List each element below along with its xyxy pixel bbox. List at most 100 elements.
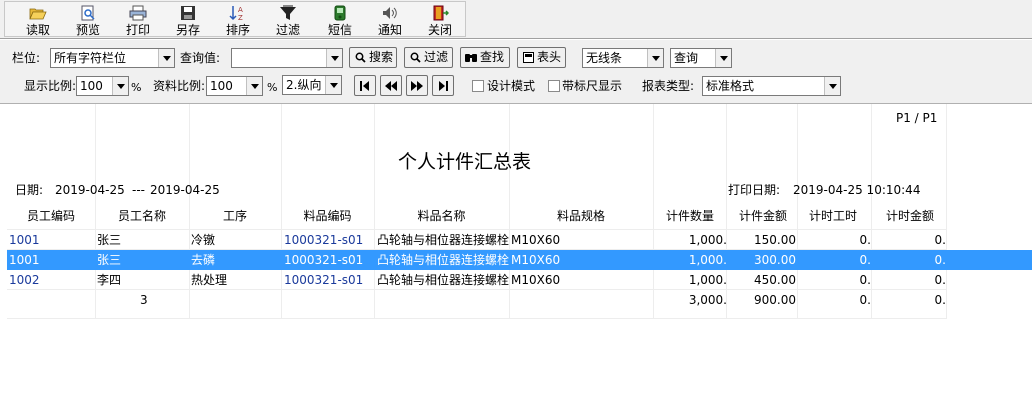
column-header-spec[interactable]: 料品规格 — [509, 209, 653, 223]
notify-label: 通知 — [377, 23, 402, 37]
date-separator: --- — [132, 183, 145, 197]
header-icon — [522, 52, 534, 64]
design-mode-checkbox[interactable] — [472, 80, 484, 92]
notify-button[interactable]: 通知 — [366, 2, 414, 38]
column-header-qty[interactable]: 计件数量 — [653, 209, 726, 223]
column-header-item-code[interactable]: 料品编码 — [281, 209, 374, 223]
sms-label: 短信 — [327, 23, 352, 37]
print-button[interactable]: 打印 — [114, 2, 162, 38]
cell-item-code: 1000321-s01 — [284, 233, 364, 247]
filter-button[interactable]: 过滤 — [264, 2, 312, 38]
column-header-process[interactable]: 工序 — [189, 209, 281, 223]
cell-emp-name: 张三 — [97, 233, 122, 247]
data-ratio-select[interactable]: 100 — [206, 76, 263, 96]
column-header-emp-code[interactable]: 员工编码 — [7, 209, 95, 223]
filter-label: 过滤 — [275, 23, 300, 37]
line-style-select[interactable]: 无线条 — [582, 48, 664, 68]
design-mode-label: 设计模式 — [487, 79, 536, 93]
prev-page-button[interactable] — [380, 75, 402, 96]
chevron-down-icon — [326, 49, 342, 67]
totals-row: 3 3,000. 900.00 0. 0. — [7, 290, 1032, 310]
chevron-down-icon — [112, 77, 128, 95]
chevron-down-icon — [158, 49, 174, 67]
speaker-icon — [381, 5, 399, 21]
table-row[interactable]: 1002 李四 热处理 1000321-s01 凸轮轴与相位器连接螺栓 M10X… — [7, 270, 1032, 290]
first-page-button[interactable] — [354, 75, 376, 96]
query-label: 查询值: — [180, 51, 221, 65]
exit-door-icon — [431, 5, 449, 21]
chevron-down-icon — [246, 77, 262, 95]
close-button[interactable]: 关闭 — [416, 2, 464, 38]
sort-icon: AZ — [229, 5, 247, 21]
column-header-hours[interactable]: 计时工时 — [797, 209, 871, 223]
data-ratio-percent: % — [267, 81, 278, 94]
chevron-down-icon — [647, 49, 663, 67]
cell-hours: 0. — [859, 273, 871, 287]
filter-icon — [279, 5, 297, 21]
table-row-selected[interactable]: 1001 张三 去磷 1000321-s01 凸轮轴与相位器连接螺栓 M10X6… — [7, 250, 1032, 270]
cell-hours: 0. — [859, 253, 871, 267]
data-ratio-value: 100 — [210, 79, 233, 93]
report-page: P1 / P1 个人计件汇总表 日期: 2019-04-25 --- 2019-… — [0, 103, 1032, 406]
close-label: 关闭 — [427, 23, 452, 37]
column-header-item-name[interactable]: 料品名称 — [374, 209, 509, 223]
cell-spec: M10X60 — [511, 273, 561, 287]
orientation-select[interactable]: 2.纵向 — [282, 75, 342, 95]
date-from: 2019-04-25 — [55, 183, 125, 197]
table-header-label: 表头 — [537, 50, 562, 64]
sort-button[interactable]: AZ 排序 — [214, 2, 262, 38]
query-input[interactable] — [231, 48, 343, 68]
page-indicator: P1 / P1 — [896, 111, 938, 125]
cell-process: 去磷 — [191, 253, 216, 267]
field-select[interactable]: 所有字符栏位 — [50, 48, 175, 68]
save-as-label: 另存 — [175, 23, 200, 37]
query-mode-select[interactable]: 查询 — [670, 48, 732, 68]
cell-process: 冷镦 — [191, 233, 216, 247]
save-as-button[interactable]: 另存 — [164, 2, 212, 38]
save-as-icon — [179, 5, 197, 21]
column-header-time-amount[interactable]: 计时金额 — [871, 209, 946, 223]
column-header-emp-name[interactable]: 员工名称 — [95, 209, 189, 223]
toolbar-separator — [0, 38, 1032, 40]
chevron-down-icon — [715, 49, 731, 67]
search-icon — [354, 52, 366, 64]
cell-time-amount: 0. — [934, 253, 946, 267]
print-label: 打印 — [125, 23, 150, 37]
date-label: 日期: — [15, 183, 44, 197]
search-button[interactable]: 搜索 — [349, 47, 397, 68]
query-mode-value: 查询 — [674, 51, 699, 65]
filter-query-button[interactable]: 过滤 — [404, 47, 453, 68]
cell-qty: 1,000. — [688, 233, 727, 247]
ruler-checkbox[interactable] — [548, 80, 560, 92]
printer-icon — [129, 5, 147, 21]
next-page-button[interactable] — [406, 75, 428, 96]
cell-emp-code: 1001 — [9, 253, 40, 267]
search-button-label: 搜索 — [369, 50, 394, 64]
column-header-amount[interactable]: 计件金额 — [726, 209, 797, 223]
find-button[interactable]: 查找 — [460, 47, 510, 68]
read-button[interactable]: 读取 — [14, 2, 62, 38]
report-type-select[interactable]: 标准格式 — [702, 76, 841, 96]
cell-item-name: 凸轮轴与相位器连接螺栓 — [377, 253, 510, 267]
cell-emp-name: 张三 — [97, 253, 122, 267]
folder-open-icon — [29, 5, 47, 21]
sms-button[interactable]: 短信 — [316, 2, 364, 38]
binoculars-icon — [465, 52, 477, 64]
data-ratio-label: 资料比例: — [153, 79, 206, 93]
report-type-label: 报表类型: — [642, 79, 695, 93]
preview-icon — [79, 5, 97, 21]
last-page-button[interactable] — [432, 75, 454, 96]
field-select-value: 所有字符栏位 — [54, 51, 127, 65]
line-style-value: 无线条 — [586, 51, 623, 65]
preview-button[interactable]: 预览 — [64, 2, 112, 38]
total-hours: 0. — [859, 293, 871, 307]
preview-label: 预览 — [75, 23, 100, 37]
display-ratio-select[interactable]: 100 — [76, 76, 129, 96]
table-row[interactable]: 1001 张三 冷镦 1000321-s01 凸轮轴与相位器连接螺栓 M10X6… — [7, 230, 1032, 250]
rewind-icon — [385, 80, 397, 91]
cell-amount: 150.00 — [754, 233, 796, 247]
field-label: 栏位: — [12, 51, 41, 65]
table-header-button[interactable]: 表头 — [517, 47, 566, 68]
filter-query-label: 过滤 — [424, 50, 449, 64]
total-time-amount: 0. — [934, 293, 946, 307]
